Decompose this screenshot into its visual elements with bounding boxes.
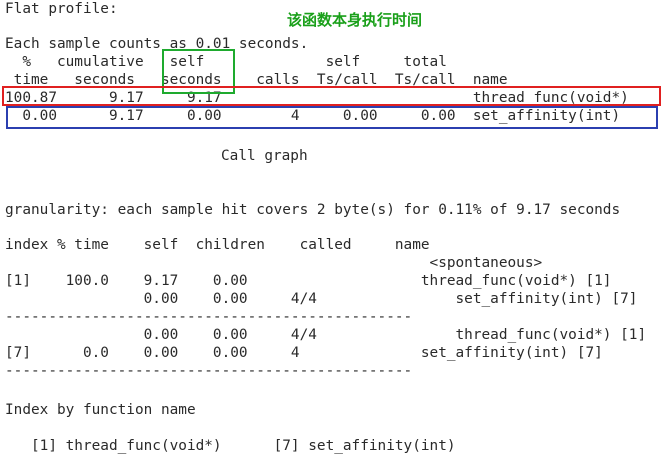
call-graph-separator: ----------------------------------------… bbox=[5, 309, 413, 325]
thread-func-row-highlight-box bbox=[2, 86, 661, 106]
call-graph-line: 0.00 0.00 4/4 set_affinity(int) [7] bbox=[5, 291, 638, 307]
call-graph-separator: ----------------------------------------… bbox=[5, 363, 413, 379]
call-graph-line: <spontaneous> bbox=[5, 255, 543, 271]
sample-count-note: Each sample counts as 0.01 seconds. bbox=[5, 36, 309, 52]
call-graph-title: Call graph bbox=[221, 148, 308, 164]
granularity-line: granularity: each sample hit covers 2 by… bbox=[5, 202, 621, 218]
annotation-self-time-note: 该函数本身执行时间 bbox=[287, 11, 423, 29]
index-by-function-entries: [1] thread_func(void*) [7] set_affinity(… bbox=[5, 438, 456, 454]
index-by-function-title: Index by function name bbox=[5, 402, 196, 418]
call-graph-line: [1] 100.0 9.17 0.00 thread_func(void*) [… bbox=[5, 273, 612, 289]
call-graph-line: [7] 0.0 0.00 0.00 4 set_affinity(int) [7… bbox=[5, 345, 603, 361]
set-affinity-row-highlight-box bbox=[6, 106, 658, 129]
flat-profile-title: Flat profile: bbox=[5, 1, 118, 17]
call-graph-header: index % time self children called name bbox=[5, 237, 430, 253]
call-graph-line: 0.00 0.00 4/4 thread_func(void*) [1] bbox=[5, 327, 647, 343]
